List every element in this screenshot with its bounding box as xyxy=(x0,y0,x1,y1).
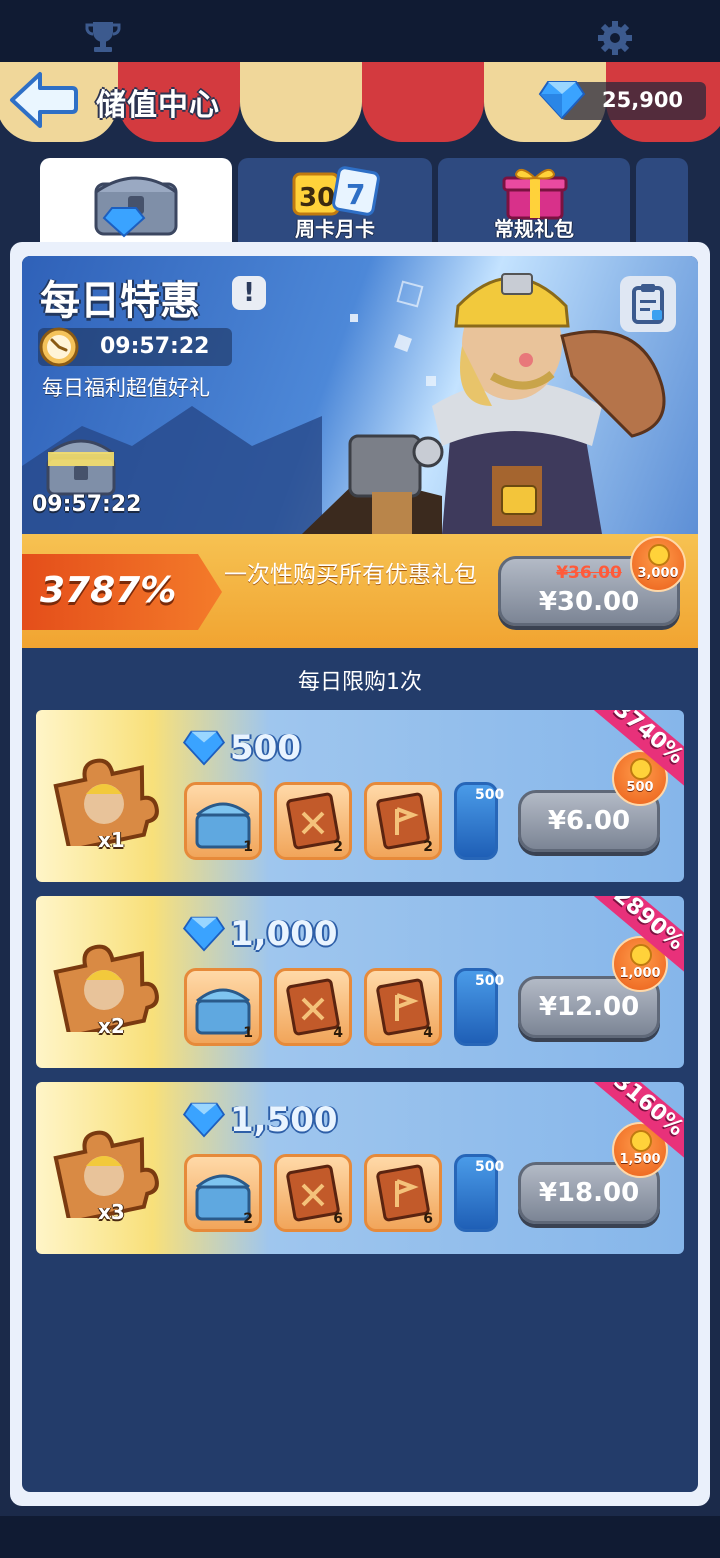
daily-deal-subtitle: 每日福利超值好礼 xyxy=(42,376,210,400)
tab-weekly-monthly-card[interactable]: 30 7 周卡月卡 xyxy=(238,158,432,246)
item-exp-book[interactable]: 500 xyxy=(454,1154,504,1232)
tab-daily-deals[interactable] xyxy=(40,158,232,246)
daily-deal-banner: 每日特惠 ! 09:57:22 每日福利超值好礼 09:57:22 xyxy=(22,256,698,534)
svg-text:30: 30 xyxy=(299,183,335,213)
offer-coin-amount: 1,000 xyxy=(619,966,661,981)
treasure-chest-icon[interactable] xyxy=(42,432,120,498)
item-count: 1 xyxy=(243,839,253,855)
item-count: 1 xyxy=(243,1025,253,1041)
item-exp-book[interactable]: 500 xyxy=(454,968,504,1046)
diamond-icon xyxy=(538,81,586,120)
calendar-30-7-icon: 30 7 xyxy=(292,166,380,216)
item-count: 6 xyxy=(423,1211,433,1227)
offer-card: x1 500 1 2 2 500 ¥6.00 500 3740% xyxy=(36,710,684,882)
coin-icon xyxy=(630,944,652,966)
page-title: 储值中心 xyxy=(96,88,220,123)
item-exp-book[interactable]: 500 xyxy=(454,782,504,860)
daily-limit-note: 每日限购1次 xyxy=(298,670,422,695)
bundle-all-strip: 3787% 一次性购买所有优惠礼包 ¥36.00 ¥30.00 3,000 xyxy=(22,534,698,648)
item-count: 2 xyxy=(243,1211,253,1227)
offer-gem-amount: 1,500 xyxy=(230,1100,338,1140)
coin-icon xyxy=(648,544,670,566)
awning-stripe xyxy=(240,62,362,142)
gem-balance-value: 25,900 xyxy=(602,88,684,112)
item-blueprint-book[interactable]: 2 xyxy=(274,782,352,860)
bundle-coin-amount: 3,000 xyxy=(637,566,679,581)
diamond-chest-icon xyxy=(94,176,178,238)
bundle-description: 一次性购买所有优惠礼包 xyxy=(224,562,477,588)
item-count: 500 xyxy=(475,787,505,803)
item-count: 500 xyxy=(475,1159,505,1175)
offer-multiplier: x2 xyxy=(98,1014,125,1038)
gift-box-icon xyxy=(502,168,568,220)
bundle-percent: 3787% xyxy=(40,570,177,611)
offer-card: x2 1,000 1 4 4 500 ¥12.00 1,000 2890% xyxy=(36,896,684,1068)
bottom-strip xyxy=(0,1516,720,1558)
offers-panel-inner: 每日特惠 ! 09:57:22 每日福利超值好礼 09:57:22 3787% … xyxy=(22,256,698,1492)
item-flag-book[interactable]: 2 xyxy=(364,782,442,860)
purchase-history-button[interactable] xyxy=(620,276,676,332)
item-blueprint-book[interactable]: 4 xyxy=(274,968,352,1046)
daily-deal-title: 每日特惠 xyxy=(40,278,200,324)
tab-label-weekly-monthly: 周卡月卡 xyxy=(295,217,375,241)
item-blueprint-book[interactable]: 6 xyxy=(274,1154,352,1232)
item-count: 2 xyxy=(333,839,343,855)
offer-card: x3 1,500 2 6 6 500 ¥18.00 1,500 3160% xyxy=(36,1082,684,1254)
item-blue-chest[interactable]: 2 xyxy=(184,1154,262,1232)
diamond-icon xyxy=(182,1102,226,1138)
offers-panel: 每日特惠 ! 09:57:22 每日福利超值好礼 09:57:22 3787% … xyxy=(10,242,710,1506)
item-blue-chest[interactable]: 1 xyxy=(184,968,262,1046)
deal-timer: 09:57:22 xyxy=(38,327,232,367)
clipboard-icon xyxy=(632,284,664,324)
awning-stripe xyxy=(362,62,484,142)
diamond-icon xyxy=(182,730,226,766)
trophy-icon[interactable] xyxy=(84,20,122,54)
item-blue-chest[interactable]: 1 xyxy=(184,782,262,860)
bundle-percent-ribbon: 3787% xyxy=(22,554,222,630)
deal-timer-value: 09:57:22 xyxy=(100,334,210,359)
tab-more[interactable] xyxy=(636,158,688,246)
svg-text:7: 7 xyxy=(346,178,365,211)
offer-coin-amount: 1,500 xyxy=(619,1152,661,1167)
bundle-coin-bonus: 3,000 xyxy=(630,536,686,592)
clock-icon xyxy=(39,327,79,367)
gem-balance[interactable]: 25,900 xyxy=(538,81,706,120)
offer-gem-amount: 500 xyxy=(230,728,301,768)
top-strip xyxy=(0,0,720,62)
bundle-price: ¥30.00 xyxy=(538,587,640,617)
offer-multiplier: x3 xyxy=(98,1200,125,1224)
diamond-icon xyxy=(182,916,226,952)
coin-icon xyxy=(630,1130,652,1152)
tab-label-regular-packs: 常规礼包 xyxy=(494,217,574,241)
back-arrow-icon[interactable] xyxy=(8,70,78,130)
item-count: 4 xyxy=(333,1025,343,1041)
info-button[interactable]: ! xyxy=(232,276,266,310)
item-count: 2 xyxy=(423,839,433,855)
offer-coin-amount: 500 xyxy=(626,780,654,795)
item-flag-book[interactable]: 4 xyxy=(364,968,442,1046)
item-count: 6 xyxy=(333,1211,343,1227)
tab-regular-packs[interactable]: 常规礼包 xyxy=(438,158,630,246)
item-flag-book[interactable]: 6 xyxy=(364,1154,442,1232)
offer-gem-amount: 1,000 xyxy=(230,914,338,954)
chest-timer: 09:57:22 xyxy=(32,492,142,517)
item-count: 4 xyxy=(423,1025,433,1041)
item-count: 500 xyxy=(475,973,505,989)
gear-icon[interactable] xyxy=(597,20,633,56)
coin-icon xyxy=(630,758,652,780)
offer-multiplier: x1 xyxy=(98,828,125,852)
